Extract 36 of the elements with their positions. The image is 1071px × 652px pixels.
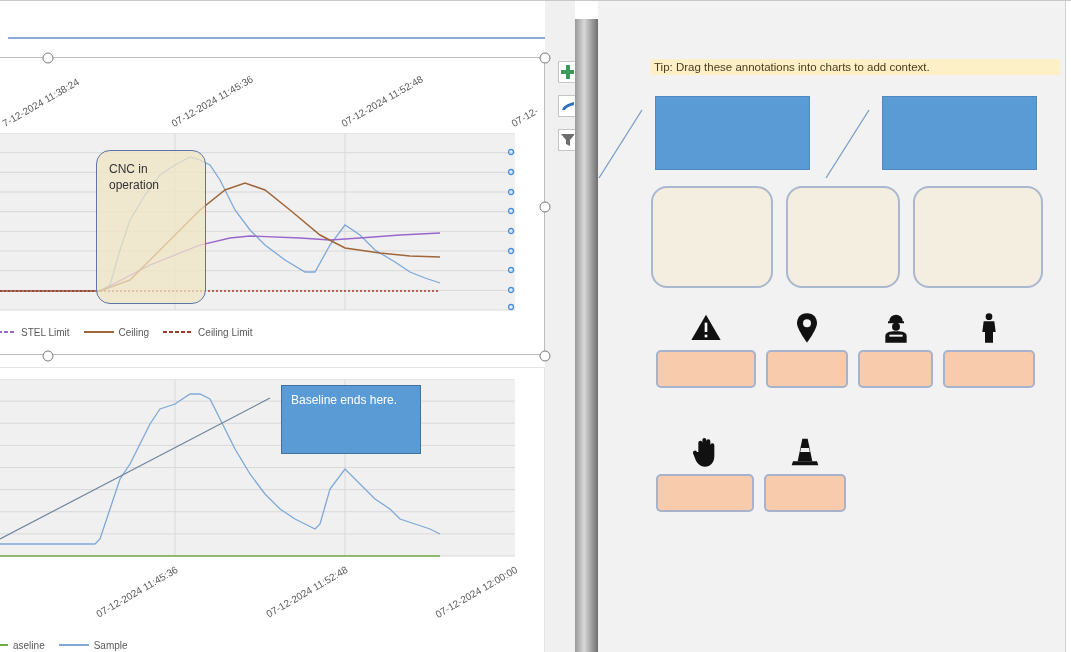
traffic-cone-icon [789,436,821,468]
resize-handle[interactable] [42,350,54,362]
legend-label: Sample [93,639,128,651]
selection-dot[interactable] [507,303,515,310]
label-shape[interactable] [943,350,1035,388]
legend-label: aseline [13,639,45,651]
label-shape[interactable] [656,474,754,512]
leader-line [825,109,870,179]
rounded-shape[interactable] [913,186,1043,288]
rounded-shape[interactable] [786,186,900,288]
selection-dot[interactable] [507,247,515,254]
label-shape[interactable] [858,350,933,388]
tip-text: Tip: Drag these annotations into charts to add context. [650,59,1060,75]
chart-styles-button[interactable] [558,95,575,117]
leader-line [598,109,643,179]
label-shape[interactable] [766,350,848,388]
selection-dot[interactable] [507,227,515,234]
resize-handle[interactable] [42,52,54,64]
plus-icon [561,65,574,79]
label-shape[interactable] [764,474,846,512]
annotation-note: CNC in operation [96,149,206,304]
legend-label: Ceiling Limit [198,326,253,338]
selection-dot[interactable] [507,266,515,273]
legend-label: Ceiling [118,326,150,338]
selection-dot[interactable] [507,286,515,293]
selection-dot[interactable] [507,148,515,155]
chart-elements-button[interactable] [558,61,575,83]
selection-dot[interactable] [507,207,515,214]
selection-dot[interactable] [507,168,515,175]
selection-dot[interactable] [507,188,515,195]
callout-box: Baseline ends here. [281,385,421,454]
legend-label: STEL Limit [21,326,70,338]
brush-icon [561,101,574,111]
label-shape[interactable] [656,350,756,388]
rounded-shape[interactable] [651,186,773,288]
chart-filters-button[interactable] [558,129,575,151]
